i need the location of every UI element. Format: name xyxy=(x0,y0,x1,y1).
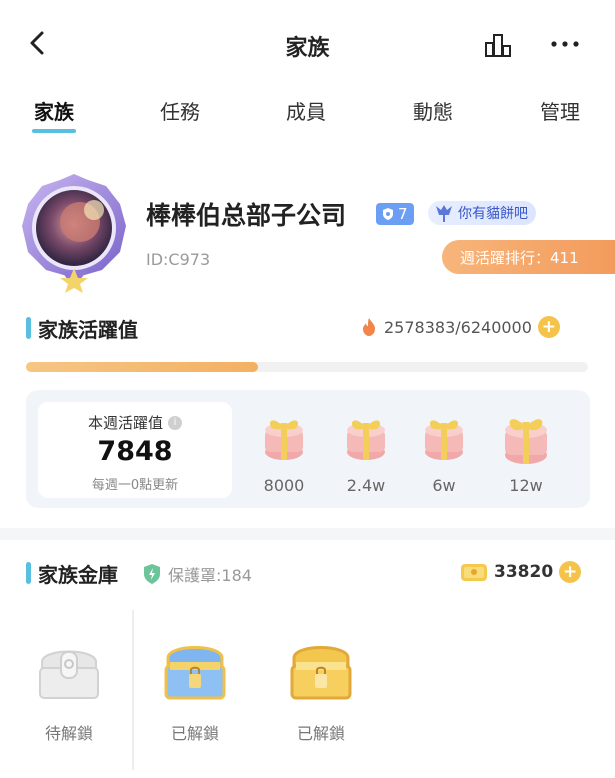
activity-progress-bar xyxy=(26,362,588,372)
shield-icon xyxy=(144,564,160,584)
gift-box-icon xyxy=(425,420,463,460)
tab-label: 成員 xyxy=(286,100,326,124)
chest-status-label: 已解鎖 xyxy=(170,724,219,743)
reward-threshold-label: 8000 xyxy=(263,476,305,495)
vault-chest-unlocked-blue[interactable]: 已解鎖 xyxy=(150,640,240,760)
gold-coins-icon xyxy=(461,564,487,581)
bar-chart-icon xyxy=(485,34,511,57)
shield-status-text: 保護罩:184 xyxy=(168,566,252,585)
tab-family[interactable]: 家族 xyxy=(14,96,94,133)
vault-chest-locked[interactable]: 待解鎖 xyxy=(24,640,114,760)
chest-status-label: 待解鎖 xyxy=(44,724,93,743)
plus-icon: + xyxy=(541,317,557,337)
tab-bar: 家族 任務 成員 動態 管理 xyxy=(0,92,615,138)
activity-value-text: 2578383/6240000 xyxy=(384,317,532,337)
weekly-rank-pill[interactable]: 週活躍排行：411 xyxy=(442,240,615,274)
tab-label: 家族 xyxy=(34,100,74,124)
weekly-activity-card: 本週活躍值 i 7848 每週一0點更新 xyxy=(38,402,232,498)
vault-chest-unlocked-gold[interactable]: 已解鎖 xyxy=(276,640,366,760)
info-icon[interactable]: i xyxy=(168,415,182,430)
level-value: 7 xyxy=(398,205,408,223)
vault-gold-value: 33820 xyxy=(494,562,554,582)
page-title: 家族 xyxy=(285,36,330,61)
reward-gift-4[interactable]: 12w xyxy=(496,410,556,498)
plus-icon: + xyxy=(563,562,578,582)
crest-icon xyxy=(436,205,452,222)
reward-threshold-label: 6w xyxy=(432,476,456,495)
more-button[interactable] xyxy=(548,30,582,58)
level-badge: 7 xyxy=(376,203,414,225)
tab-tasks[interactable]: 任務 xyxy=(140,96,220,125)
family-id: ID:C973 xyxy=(146,250,211,269)
chest-status-label: 已解鎖 xyxy=(296,724,345,743)
reward-gift-1[interactable]: 8000 xyxy=(254,410,314,498)
rank-button[interactable] xyxy=(482,30,514,60)
reward-gift-2[interactable]: 2.4w xyxy=(336,410,396,498)
tab-label: 動態 xyxy=(413,100,453,124)
gift-box-icon xyxy=(265,420,303,460)
tab-active-indicator xyxy=(32,129,76,133)
tab-label: 任務 xyxy=(160,100,200,124)
reward-gift-3[interactable]: 6w xyxy=(414,410,474,498)
add-activity-button[interactable]: + xyxy=(537,316,560,338)
tab-members[interactable]: 成員 xyxy=(266,96,346,125)
family-name: 棒棒伯总部子公司 xyxy=(146,201,347,230)
fire-icon xyxy=(363,318,375,336)
add-gold-button[interactable]: + xyxy=(559,561,582,583)
treasure-chest-icon xyxy=(290,646,352,700)
vault-gold: 33820 + xyxy=(460,561,582,583)
activity-section-title: 家族活躍值 xyxy=(38,318,138,342)
weekly-activity-value: 7848 xyxy=(97,436,173,467)
section-accent-bar xyxy=(26,562,31,584)
activity-value: 2578383/6240000 + xyxy=(360,316,560,338)
family-tag-label: 你有貓餅吧 xyxy=(458,206,528,222)
weekly-activity-label: 本週活躍值 xyxy=(87,414,163,432)
weekly-rank-label: 週活躍排行：411 xyxy=(460,248,579,267)
top-bar: 家族 xyxy=(0,0,615,88)
family-avatar[interactable] xyxy=(14,170,134,294)
weekly-activity-note: 每週一0點更新 xyxy=(91,478,179,493)
gift-box-icon xyxy=(347,420,385,460)
tab-label: 管理 xyxy=(540,100,580,124)
reward-panel: 本週活躍值 i 7848 每週一0點更新 8000 2.4w 6w 12w xyxy=(26,390,590,508)
section-divider xyxy=(0,528,615,540)
weekly-activity-label-row: 本週活躍值 i xyxy=(38,412,232,433)
tab-activity-feed[interactable]: 動態 xyxy=(393,96,473,125)
treasure-chest-icon xyxy=(164,646,226,700)
family-tag: 你有貓餅吧 xyxy=(428,201,536,225)
section-accent-bar xyxy=(26,317,31,339)
tab-manage[interactable]: 管理 xyxy=(520,96,600,125)
shield-icon xyxy=(383,208,393,220)
vault-divider xyxy=(132,610,134,770)
reward-threshold-label: 2.4w xyxy=(346,476,386,495)
more-horizontal-icon xyxy=(551,41,579,47)
treasure-chest-icon xyxy=(39,650,99,699)
reward-threshold-label: 12w xyxy=(509,476,543,495)
gift-box-icon xyxy=(505,419,547,464)
activity-progress-fill xyxy=(26,362,259,372)
vault-section-title: 家族金庫 xyxy=(38,563,118,587)
shield-status: 保護罩:184 xyxy=(142,562,252,586)
